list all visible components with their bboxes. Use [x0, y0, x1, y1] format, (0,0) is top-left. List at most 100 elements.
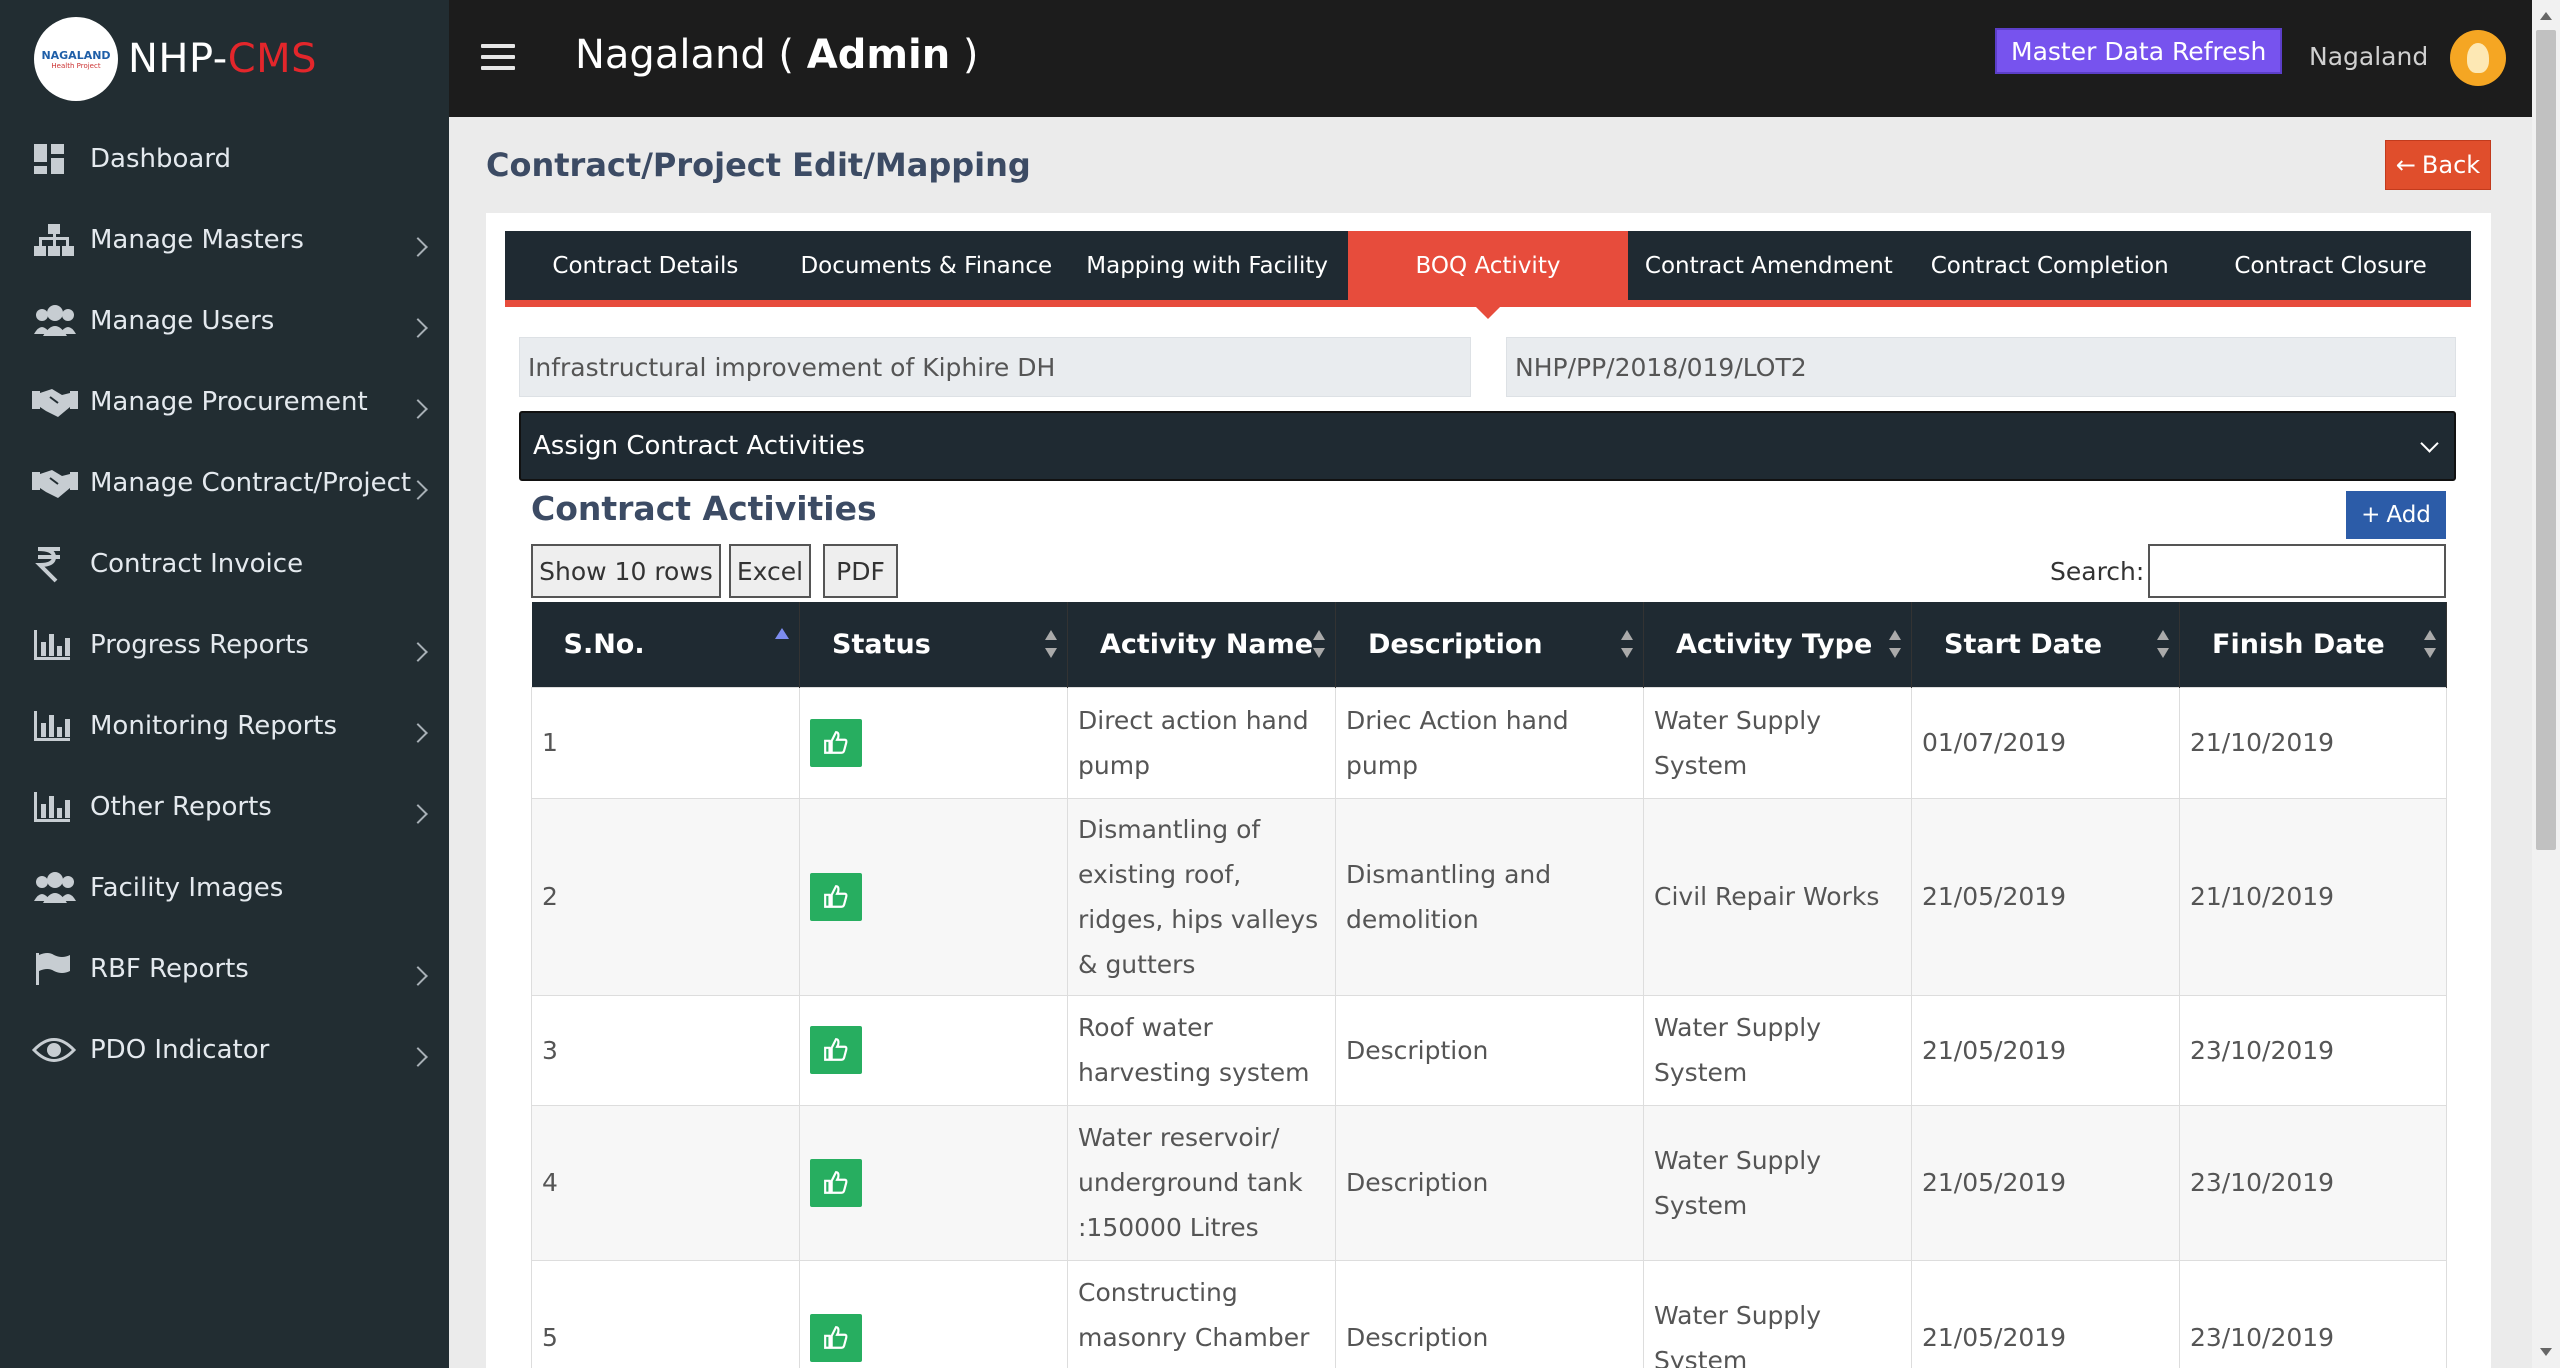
cell-name: Water reservoir/ underground tank :15000…: [1067, 1104, 1336, 1261]
contract-no-field[interactable]: NHP/PP/2018/019/LOT2: [1506, 337, 2456, 397]
thumbs-up-icon[interactable]: [810, 1158, 862, 1207]
sort-asc-icon: [775, 628, 789, 639]
scroll-thumb[interactable]: [2536, 30, 2556, 850]
sort-icon: [1313, 630, 1325, 658]
title-role: Admin: [806, 32, 951, 78]
cell-start: 01/07/2019: [1911, 686, 2180, 799]
cell-status: [799, 1104, 1068, 1261]
tab-documents-finance[interactable]: Documents & Finance: [786, 231, 1067, 300]
tab-boq-activity[interactable]: BOQ Activity: [1347, 231, 1629, 319]
sidebar-item-label: Manage Procurement: [90, 386, 368, 417]
column-header[interactable]: Activity Type: [1643, 602, 1912, 687]
table-row[interactable]: 5 Constructing masonry Chamber 60x60x75 c…: [531, 1259, 2447, 1368]
cell-type: Water Supply System: [1643, 1259, 1912, 1368]
bar-chart-icon: [32, 787, 86, 827]
column-header[interactable]: Finish Date: [2179, 602, 2447, 687]
tab-mapping-with-facility[interactable]: Mapping with Facility: [1067, 231, 1348, 300]
search-input[interactable]: [2148, 544, 2446, 598]
sidebar-item-contract-invoice[interactable]: Contract Invoice: [0, 523, 449, 604]
sidebar-item-manage-masters[interactable]: Manage Masters: [0, 199, 449, 280]
thumbs-up-icon[interactable]: [810, 718, 862, 767]
section-title: Contract Activities: [531, 489, 877, 528]
thumbs-up-icon[interactable]: [810, 1026, 862, 1074]
handshake-icon: [32, 463, 86, 503]
sidebar-item-manage-contract-project[interactable]: Manage Contract/Project: [0, 442, 449, 523]
table-body: 1 Direct action hand pump Driec Action han…: [531, 686, 2447, 1368]
sidebar-item-pdo-indicator[interactable]: PDO Indicator: [0, 1009, 449, 1090]
column-header[interactable]: Activity Name: [1067, 602, 1336, 687]
cell-description: Driec Action hand pump: [1335, 686, 1644, 799]
sidebar-item-facility-images[interactable]: Facility Images: [0, 847, 449, 928]
user-name[interactable]: Nagaland: [2309, 42, 2428, 71]
thumbs-up-icon[interactable]: [810, 1313, 862, 1362]
cell-description: Description: [1335, 1104, 1644, 1261]
sidebar-item-monitoring-reports[interactable]: Monitoring Reports: [0, 685, 449, 766]
cell-finish: 23/10/2019: [2179, 1259, 2447, 1368]
column-header[interactable]: Start Date: [1911, 602, 2180, 687]
cell-finish: 21/10/2019: [2179, 797, 2447, 996]
tab-contract-completion[interactable]: Contract Completion: [1909, 231, 2190, 300]
thumbs-up-icon[interactable]: [810, 872, 862, 921]
chevron-right-icon: [408, 722, 428, 743]
tab-contract-amendment[interactable]: Contract Amendment: [1628, 231, 1909, 300]
header-title: Nagaland ( Admin ): [575, 32, 979, 78]
sidebar-item-label: Monitoring Reports: [90, 710, 338, 741]
users-icon: [32, 868, 86, 908]
sidebar-item-other-reports[interactable]: Other Reports: [0, 766, 449, 847]
pdf-button[interactable]: PDF: [823, 544, 898, 598]
sort-icon: [1045, 630, 1057, 658]
lightbulb-icon: [2467, 43, 2489, 73]
scroll-down-icon[interactable]: [2540, 1348, 2552, 1356]
cell-status: [799, 686, 1068, 799]
logo-text: NAGALAND: [41, 48, 111, 62]
search-label: Search:: [2050, 557, 2145, 586]
scroll-up-icon[interactable]: [2540, 12, 2552, 20]
sidebar-item-manage-users[interactable]: Manage Users: [0, 280, 449, 361]
logo-sub: Health Project: [51, 61, 101, 70]
back-button[interactable]: ← Back: [2385, 140, 2491, 190]
table-row[interactable]: 3 Roof water harvesting system Description…: [531, 994, 2447, 1106]
table-row[interactable]: 4 Water reservoir/ underground tank :1500…: [531, 1104, 2447, 1261]
sidebar-item-manage-procurement[interactable]: Manage Procurement: [0, 361, 449, 442]
excel-button[interactable]: Excel: [729, 544, 811, 598]
show-rows-button[interactable]: Show 10 rows: [531, 544, 721, 598]
cell-start: 21/05/2019: [1911, 797, 2180, 996]
sidebar-item-label: Progress Reports: [90, 629, 309, 660]
hamburger-icon[interactable]: [481, 44, 515, 72]
tab-bar: Contract Details Documents & Finance Mappi…: [505, 231, 2471, 319]
project-name-field[interactable]: Infrastructural improvement of Kiphire D…: [519, 337, 1471, 397]
cell-status: [799, 1259, 1068, 1368]
sidebar-item-rbf-reports[interactable]: RBF Reports: [0, 928, 449, 1009]
cell-description: Dismantling and demolition: [1335, 797, 1644, 996]
sidebar-item-label: Dashboard: [90, 143, 232, 174]
add-button[interactable]: + Add: [2346, 491, 2446, 539]
brand-prefix: NHP-: [128, 36, 228, 82]
add-label: Add: [2386, 502, 2431, 528]
top-header: Nagaland ( Admin ) Master Data Refresh N…: [449, 0, 2532, 117]
sidebar-item-label: Contract Invoice: [90, 548, 304, 579]
tab-contract-details[interactable]: Contract Details: [505, 231, 786, 300]
scrollbar[interactable]: [2532, 0, 2560, 1368]
sidebar-item-progress-reports[interactable]: Progress Reports: [0, 604, 449, 685]
cell-name: Direct action hand pump: [1067, 686, 1336, 799]
assign-activities-select[interactable]: Assign Contract Activities: [519, 411, 2456, 481]
master-data-refresh-button[interactable]: Master Data Refresh: [1995, 28, 2283, 74]
avatar[interactable]: [2450, 30, 2506, 86]
table-row[interactable]: 1 Direct action hand pump Driec Action han…: [531, 686, 2447, 799]
activities-table: S.No. Status Activity Name Description Activ…: [531, 602, 2447, 1368]
eye-icon: [32, 1030, 86, 1070]
column-header[interactable]: Description: [1335, 602, 1644, 687]
table-row[interactable]: 2 Dismantling of existing roof, ridges, h…: [531, 797, 2447, 996]
column-header-label: Status: [832, 628, 931, 660]
logo-area[interactable]: NAGALAND Health Project NHP-CMS: [0, 0, 449, 118]
column-header[interactable]: Status: [799, 602, 1068, 687]
plus-icon: +: [2361, 502, 2381, 528]
tab-contract-closure[interactable]: Contract Closure: [2190, 231, 2471, 300]
brand-accent: CMS: [227, 36, 318, 82]
brand-name: NHP-CMS: [128, 36, 317, 82]
column-header[interactable]: S.No.: [531, 602, 800, 687]
cell-start: 21/05/2019: [1911, 1104, 2180, 1261]
cell-type: Water Supply System: [1643, 686, 1912, 799]
chevron-right-icon: [408, 803, 428, 824]
sidebar-item-dashboard[interactable]: Dashboard: [0, 118, 449, 199]
